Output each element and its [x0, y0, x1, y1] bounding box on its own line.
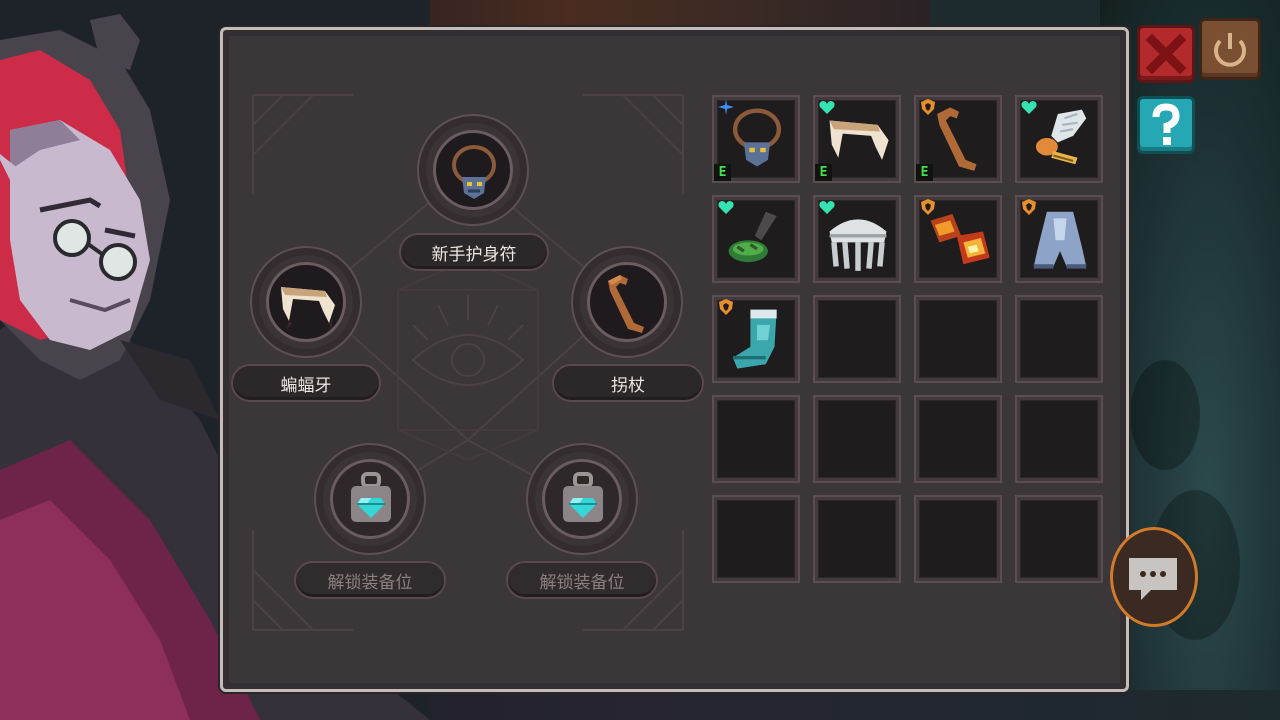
close-button[interactable] — [1137, 25, 1195, 83]
inventory-cell-3[interactable]: E — [914, 95, 1002, 183]
power-button[interactable] — [1199, 18, 1261, 80]
equipment-slots-area: 新手护身符 蝙蝠牙 拐杖 解锁装备位 解锁装备位 — [223, 30, 713, 695]
unlock-slot-button-left[interactable]: 解锁装备位 — [294, 561, 446, 599]
chat-button[interactable] — [1110, 527, 1198, 627]
inventory-cell-4[interactable] — [1015, 95, 1103, 183]
equip-slot-cane[interactable] — [571, 246, 683, 358]
equip-slot-cane-label: 拐杖 — [552, 364, 704, 402]
inventory-cell-7[interactable] — [914, 195, 1002, 283]
equip-slot-amulet[interactable] — [417, 114, 529, 226]
inventory-cell-8[interactable] — [1015, 195, 1103, 283]
background-joystick-shadow — [1130, 360, 1200, 470]
equip-slot-locked-left[interactable] — [314, 443, 426, 555]
orange-shield-badge — [921, 199, 935, 215]
equip-slot-amulet-label: 新手护身符 — [399, 233, 549, 271]
gem-lock-icon — [351, 472, 391, 522]
inventory-cell-empty[interactable] — [813, 295, 901, 383]
inventory-cell-empty[interactable] — [813, 395, 901, 483]
equipment-panel: 新手护身符 蝙蝠牙 拐杖 解锁装备位 解锁装备位 E E E — [220, 27, 1129, 692]
close-x-icon — [1146, 34, 1186, 74]
inventory-cell-empty[interactable] — [712, 395, 800, 483]
inventory-cell-empty[interactable] — [813, 495, 901, 583]
inventory-cell-empty[interactable] — [1015, 295, 1103, 383]
inventory-cell-5[interactable] — [712, 195, 800, 283]
green-heart-badge — [819, 101, 835, 114]
equip-slot-fang-frame — [266, 262, 346, 342]
inventory-cell-empty[interactable] — [914, 395, 1002, 483]
green-heart-badge — [718, 201, 734, 214]
equip-slot-amulet-frame — [433, 130, 513, 210]
orange-shield-badge — [1022, 199, 1036, 215]
orange-shield-badge — [719, 299, 733, 315]
power-icon — [1214, 33, 1246, 67]
equipped-tag: E — [916, 164, 933, 181]
cane-icon — [608, 275, 644, 333]
blue-star-badge — [718, 99, 734, 115]
inventory-cell-empty[interactable] — [914, 295, 1002, 383]
amulet-icon — [452, 145, 496, 199]
chat-bubble-icon — [1129, 558, 1177, 600]
inventory-cell-empty[interactable] — [914, 495, 1002, 583]
inventory-cell-1[interactable]: E — [712, 95, 800, 183]
equipped-tag: E — [815, 164, 832, 181]
inventory-cell-empty[interactable] — [1015, 395, 1103, 483]
unlock-slot-button-right[interactable]: 解锁装备位 — [506, 561, 658, 599]
inventory-cell-empty[interactable] — [1015, 495, 1103, 583]
equip-slot-locked-right-frame — [542, 459, 622, 539]
equip-slot-cane-frame — [587, 262, 667, 342]
equip-slot-locked-left-frame — [330, 459, 410, 539]
green-heart-badge — [1021, 101, 1037, 114]
orange-shield-badge — [921, 99, 935, 115]
equipped-tag: E — [714, 164, 731, 181]
gem-lock-icon — [563, 472, 603, 522]
help-button[interactable] — [1137, 96, 1195, 154]
question-icon — [1152, 103, 1180, 145]
inventory-cell-empty[interactable] — [712, 495, 800, 583]
inventory-cell-6[interactable] — [813, 195, 901, 283]
equip-slot-locked-right[interactable] — [526, 443, 638, 555]
inventory-cell-9[interactable] — [712, 295, 800, 383]
inventory-cell-2[interactable]: E — [813, 95, 901, 183]
equip-slot-fang[interactable] — [250, 246, 362, 358]
bat-fang-icon — [281, 287, 335, 331]
green-heart-badge — [819, 201, 835, 214]
equip-slot-fang-label: 蝙蝠牙 — [231, 364, 381, 402]
